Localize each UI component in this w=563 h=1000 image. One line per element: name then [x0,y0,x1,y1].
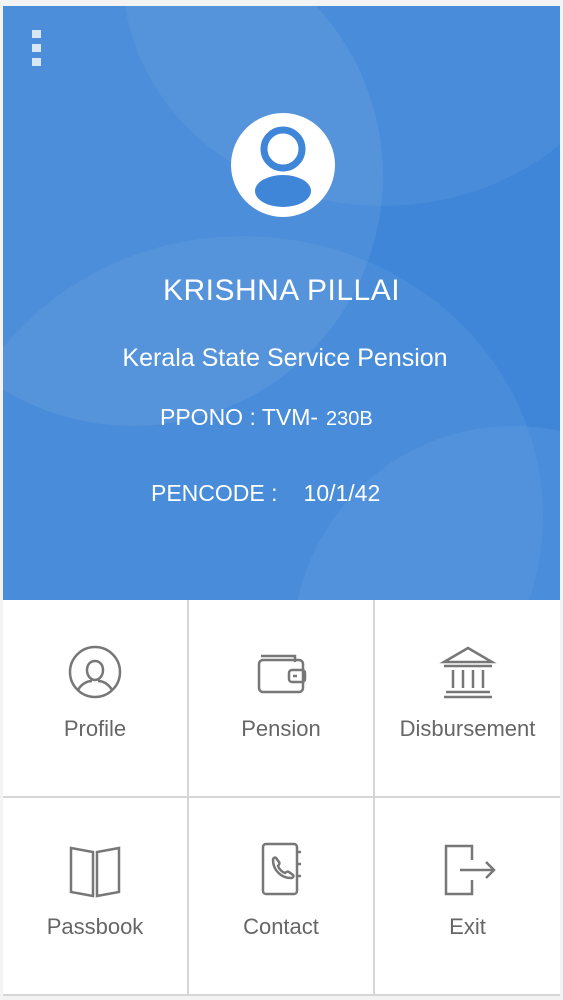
ppo-number: PPONO : TVM- 230B [160,404,373,431]
wallet-icon [257,654,307,694]
passbook-label: Passbook [46,914,144,939]
profile-header: KRISHNA PILLAI Kerala State Service Pens… [3,6,560,600]
pension-tile[interactable]: Pension [189,600,375,798]
pencode-value: 10/1/42 [303,480,381,506]
disbursement-label: Disbursement [399,716,536,741]
profile-icon [68,645,122,699]
profile-tile[interactable]: Profile [3,600,189,798]
profile-label: Profile [63,716,127,741]
contact-tile[interactable]: Contact [189,798,375,996]
exit-tile[interactable]: Exit [375,798,560,996]
passbook-tile[interactable]: Passbook [3,798,189,996]
exit-icon [444,844,496,896]
ppo-label: PPONO : TVM- [160,404,319,430]
app-screen: KRISHNA PILLAI Kerala State Service Pens… [0,0,563,1000]
pen-code: PENCODE : 10/1/42 [151,480,380,507]
contact-label: Contact [243,914,319,939]
disbursement-tile[interactable]: Disbursement [375,600,560,798]
pensioner-name: KRISHNA PILLAI [162,274,401,307]
pension-scheme: Kerala State Service Pension [122,344,448,372]
ppo-value: 230B [326,408,373,430]
book-icon [69,846,121,898]
exit-label: Exit [449,914,486,939]
pension-label: Pension [241,716,321,741]
pencode-label: PENCODE : [151,480,278,506]
menu-grid: Profile Pension Disbursement Passbook Co… [3,600,560,996]
phonebook-icon [261,842,301,896]
bank-icon [438,646,497,699]
overflow-menu-icon[interactable] [30,30,42,66]
user-avatar-icon [231,113,335,217]
